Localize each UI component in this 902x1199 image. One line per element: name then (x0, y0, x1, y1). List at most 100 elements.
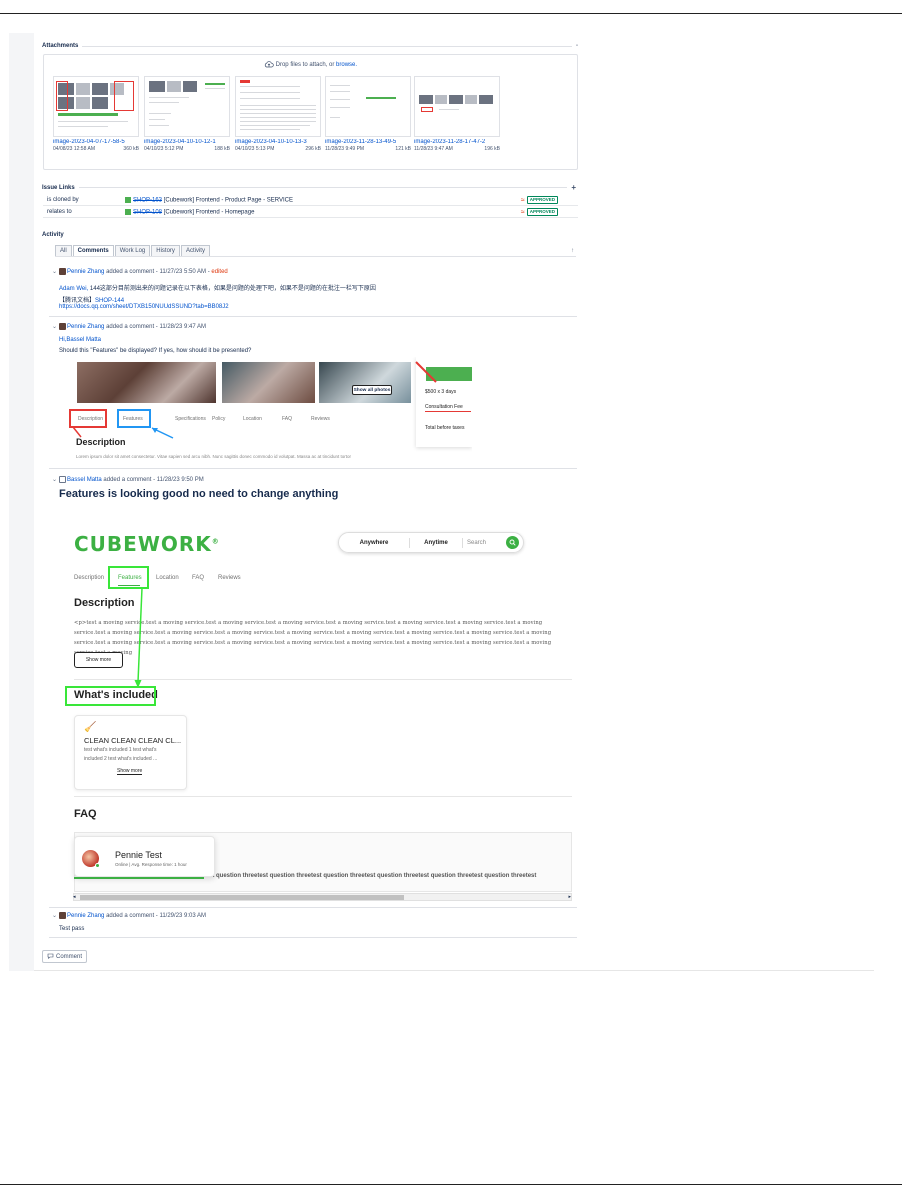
agent-card: Pennie Test Online | Avg. Response time:… (74, 836, 215, 877)
shot2-searchbar: Anywhere Anytime Search (338, 532, 524, 553)
linked-issue-key[interactable]: SHOP-163 (133, 197, 162, 203)
attachment-size: 296 kB (305, 146, 321, 152)
cubework-logo: CUBEWORK® (74, 532, 220, 556)
comment-heading-text: Features is looking good no need to chan… (59, 488, 339, 500)
linked-issue-key[interactable]: SHOP-108 (133, 209, 162, 215)
search-icon (506, 536, 519, 549)
horizontal-scrollbar[interactable]: ◂ ▸ (73, 893, 572, 901)
shot2-tab-reviews: Reviews (218, 575, 241, 581)
sort-arrow-icon[interactable]: ↑ (571, 248, 574, 254)
shot1-tab-reviews: Reviews (311, 416, 330, 422)
attachment-preview (144, 76, 230, 137)
story-icon (125, 196, 131, 203)
comment-author[interactable]: Pennie Zhang (67, 913, 104, 919)
tab-work-log[interactable]: Work Log (114, 245, 151, 256)
attachment-date: 04/10/23 5:12 PM (144, 146, 184, 152)
scroll-left-icon[interactable]: ◂ (73, 894, 76, 900)
attachment-thumb[interactable]: image-2023-04-10-10-13-3 04/10/23 5:13 P… (235, 76, 321, 162)
broom-icon: 🧹 (84, 722, 97, 733)
attachment-date: 04/08/23 12:58 AM (53, 146, 95, 152)
drop-area: Drop files to attach, or browse. (44, 61, 577, 68)
included-card-show-more: Show more (117, 768, 143, 775)
agent-name: Pennie Test (115, 850, 162, 860)
collapse-icon[interactable]: - (576, 43, 578, 49)
comment-mention: Hi,Bassel Matta (59, 337, 101, 343)
comment-author[interactable]: Bassel Matta (67, 477, 102, 483)
tab-history[interactable]: History (151, 245, 180, 256)
avatar (59, 323, 67, 330)
attachments-dropzone[interactable]: Drop files to attach, or browse. image-2… (43, 54, 578, 170)
attachment-preview (235, 76, 321, 137)
edited-label: edited (211, 269, 228, 276)
comment-time[interactable]: 11/29/23 9:03 AM (159, 913, 206, 919)
upload-cloud-icon (264, 61, 276, 68)
activity-tabs: All Comments Work Log History Activity (55, 245, 211, 256)
drop-text: Drop files to attach, or (275, 62, 335, 69)
comment-body: Adam Wei, 144这部分目前测出来的问题记录在以下表格，如果是问题的处理… (59, 283, 376, 292)
attachment-name[interactable]: image-2023-04-10-10-13-3 (235, 139, 321, 145)
attachment-date: 04/10/23 5:13 PM (235, 146, 275, 152)
attachment-thumb[interactable]: image-2023-11-28-17-47-2 11/28/23 9:47 A… (414, 76, 500, 162)
collapse-chevron-icon[interactable]: ⌄ (52, 323, 57, 330)
embedded-screenshot-2: CUBEWORK® Anywhere Anytime Search Descri… (59, 508, 572, 906)
attachment-name[interactable]: image-2023-11-28-13-49-5 (325, 139, 411, 145)
collapse-chevron-icon[interactable]: ⌄ (52, 268, 57, 275)
top-border (0, 13, 902, 14)
avatar (59, 912, 67, 919)
tabs-divider (55, 256, 576, 257)
comment-action: added a comment - (106, 913, 158, 920)
shot2-tab-description: Description (74, 575, 105, 581)
attachment-size: 121 kB (395, 146, 411, 152)
attachment-thumb[interactable]: image-2023-04-10-10-12-1 04/10/23 5:12 P… (144, 76, 230, 162)
comment-divider (49, 907, 577, 908)
included-card-text: test what's included 1 test what's (84, 747, 157, 753)
shot1-description-heading: Description (76, 437, 126, 447)
collapse-chevron-icon[interactable]: ⌄ (52, 476, 57, 483)
scrollbar-thumb[interactable] (80, 895, 404, 900)
browse-link[interactable]: browse. (336, 62, 357, 68)
attachment-name[interactable]: image-2023-04-10-10-12-1 (144, 139, 230, 145)
tab-all[interactable]: All (55, 245, 72, 256)
bottom-border (0, 1184, 902, 1185)
tab-activity[interactable]: Activity (180, 245, 210, 256)
attachment-name[interactable]: image-2023-04-07-17-58-5 (53, 139, 139, 145)
comment-author[interactable]: Pennie Zhang (67, 324, 104, 330)
comment-text: 144这部分目前测出来的问题记录在以下表格，如果是问题的处理下吧，如果不是问题的… (89, 286, 376, 292)
scroll-right-icon[interactable]: ▸ (568, 894, 571, 900)
faq-question: st question threetest question threetest… (209, 873, 537, 879)
attachment-thumb[interactable]: image-2023-11-28-13-49-5 11/28/23 9:49 P… (325, 76, 411, 162)
comment-doc-line: 【腾讯文档】SHOP-144 (59, 295, 124, 304)
product-photo (222, 362, 315, 403)
tab-comments[interactable]: Comments (72, 245, 114, 256)
attachment-thumb[interactable]: image-2023-04-07-17-58-5 04/08/23 12:58 … (53, 76, 139, 162)
issue-link-row: relates to SHOP-108 [Cubework] Frontend … (43, 207, 578, 218)
shot1-tab-faq: FAQ (282, 416, 293, 422)
comment-time[interactable]: 11/28/23 9:50 PM (157, 477, 204, 483)
issue-links-heading: Issue Links (42, 184, 75, 191)
add-link-icon[interactable]: + (571, 183, 576, 192)
attachment-name[interactable]: image-2023-11-28-17-47-2 (414, 139, 500, 145)
shot1-tab-location: Location (243, 416, 262, 422)
collapse-chevron-icon[interactable]: ⌄ (52, 912, 57, 919)
mention-link[interactable]: Hi,Bassel Matta (59, 337, 101, 343)
attachment-size: 188 kB (214, 146, 230, 152)
mention-link[interactable]: Adam Wei, (59, 286, 88, 292)
annotation-blue-box (117, 409, 151, 428)
status-badge: APPROVED (526, 196, 558, 204)
comment-time[interactable]: 11/28/23 9:47 AM (159, 324, 206, 330)
comment-button[interactable]: Comment (42, 950, 88, 963)
annotation-arrow (151, 427, 174, 439)
avatar (59, 476, 67, 483)
doc-url-link[interactable]: https://docs.qq.com/sheet/DTXB150NUUdSSU… (59, 304, 229, 310)
included-card-text: included 2 test what's included ... (84, 756, 158, 762)
shot2-tab-location: Location (156, 575, 179, 581)
comment-time[interactable]: 11/27/23 5:50 AM (159, 269, 206, 275)
faq-heading: FAQ (74, 808, 97, 820)
priority-high-icon: ≈ (520, 208, 525, 216)
annotation-arrow (415, 361, 437, 383)
embedded-screenshot-1: Show all photos $500 x 3 days Consultati… (59, 357, 472, 465)
comment-author[interactable]: Pennie Zhang (67, 269, 104, 275)
attachment-size: 360 kB (123, 146, 139, 152)
attachment-size: 196 kB (484, 146, 500, 152)
link-relation: is cloned by (47, 197, 79, 203)
